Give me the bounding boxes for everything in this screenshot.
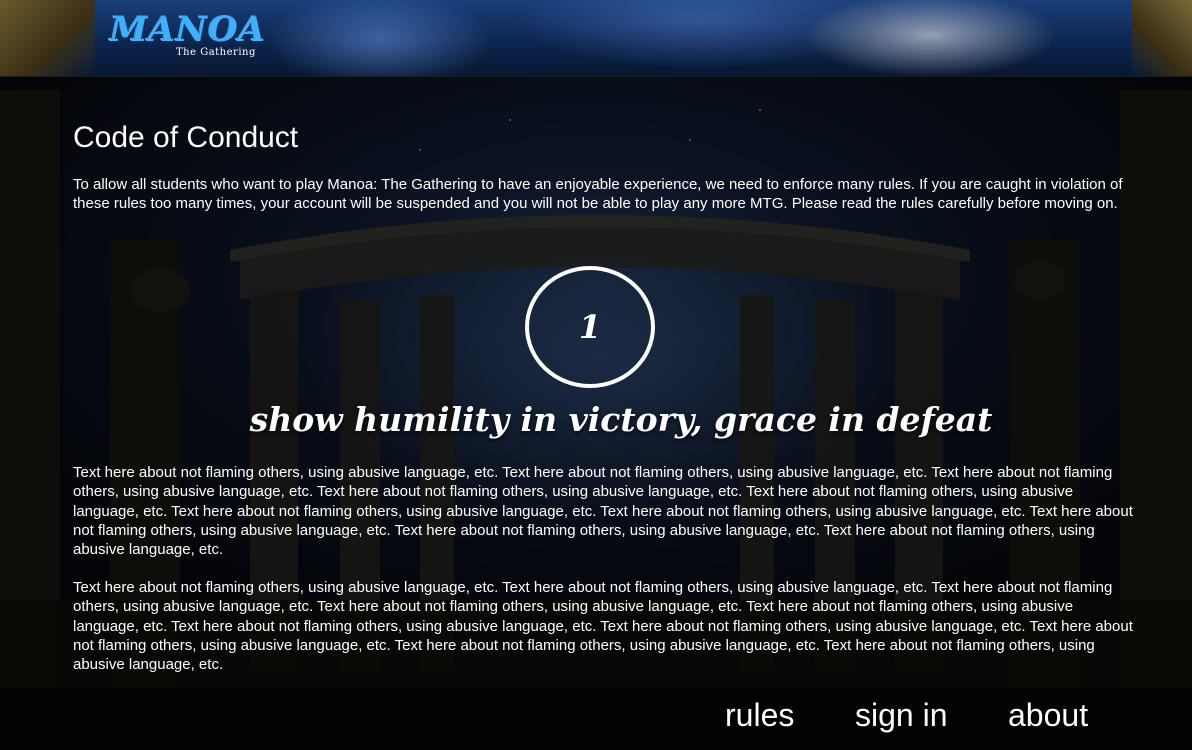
manoa-logo[interactable]: MANOA The Gathering [110, 10, 265, 62]
header-banner: MANOA The Gathering [0, 0, 1192, 77]
page-title: Code of Conduct [73, 121, 299, 154]
code-of-conduct-page: MANOA The Gathering Code of Conduct To a… [0, 0, 1192, 750]
rule-number-badge: 1 [525, 266, 655, 388]
banner-rock-right [1132, 0, 1192, 76]
rule-heading: show humility in victory, grace in defea… [249, 400, 993, 439]
logo-title: MANOA [110, 10, 267, 50]
banner-rock-left [0, 0, 95, 76]
nav-link-sign-in[interactable]: sign in [855, 695, 948, 735]
nav-link-about[interactable]: about [1008, 695, 1088, 735]
rule-paragraph: Text here about not flaming others, usin… [73, 464, 1133, 559]
logo-subtitle: The Gathering [176, 47, 256, 58]
rule-number: 1 [578, 308, 602, 346]
nav-link-rules[interactable]: rules [725, 695, 794, 735]
intro-text: To allow all students who want to play M… [73, 176, 1123, 212]
rule-paragraph: Text here about not flaming others, usin… [73, 579, 1133, 674]
